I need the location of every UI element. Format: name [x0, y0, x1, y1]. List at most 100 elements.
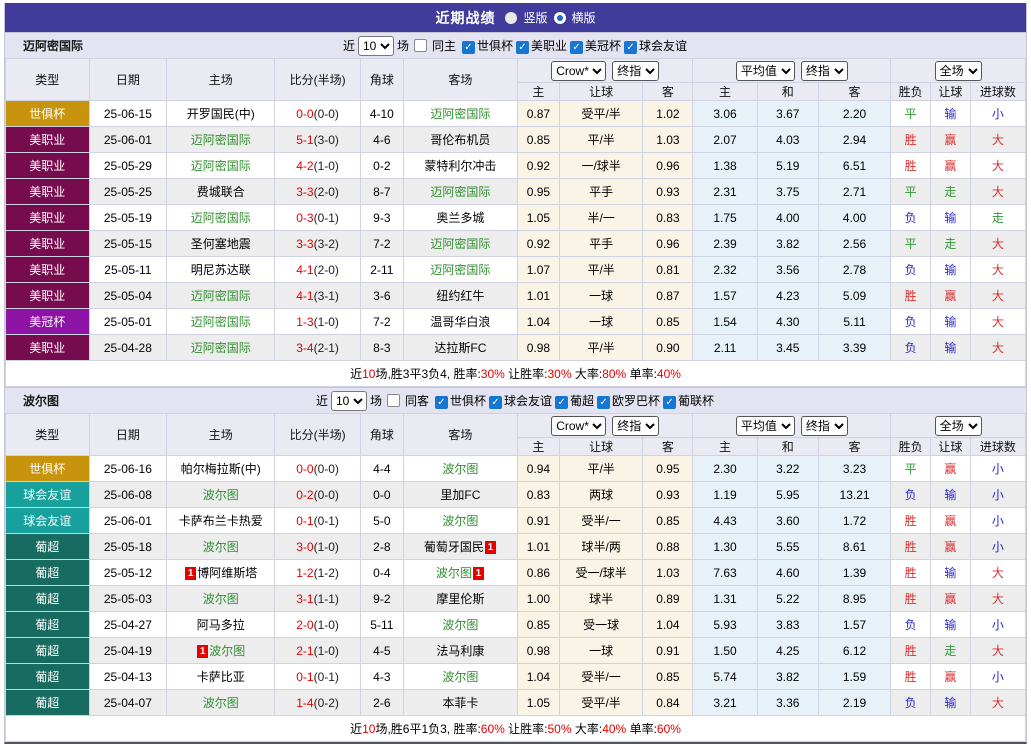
- league-badge: 葡超: [6, 612, 90, 638]
- league-badge: 美职业: [6, 205, 90, 231]
- team-name: 葡萄牙国民: [424, 540, 484, 554]
- corners-cell: 9-2: [360, 586, 403, 612]
- league-badge: 美职业: [6, 127, 90, 153]
- home-team-cell: 1波尔图: [167, 638, 275, 664]
- avg-draw: 3.22: [757, 456, 818, 482]
- team-name: 纽约红牛: [436, 289, 484, 303]
- games-count-select[interactable]: 10: [331, 391, 367, 411]
- avg-draw: 3.60: [757, 508, 818, 534]
- match-date: 25-06-16: [89, 456, 167, 482]
- fulltime-select[interactable]: 全场: [935, 61, 982, 81]
- odds-home: 1.04: [518, 664, 560, 690]
- team-name: 里加FC: [440, 488, 480, 502]
- table-row: 葡超25-04-07波尔图1-4(0-2)2-6本菲卡1.05受平/半0.843…: [6, 690, 1026, 716]
- avg-away-header: 客: [818, 83, 890, 101]
- league-filter-checkbox[interactable]: ✓: [663, 396, 676, 409]
- avg-away: 1.57: [818, 612, 890, 638]
- odds-home: 0.83: [518, 482, 560, 508]
- games-label: 场: [370, 392, 382, 409]
- odds-away-header: 客: [643, 83, 693, 101]
- team-name: 博阿维斯塔: [197, 566, 257, 580]
- fulltime-group-header: 全场: [891, 414, 1026, 438]
- section-summary: 近10场,胜6平1负3, 胜率:60% 让胜率:50% 大率:40% 单率:60…: [6, 716, 1026, 742]
- final-score: 4-1: [296, 263, 313, 277]
- average-final-select[interactable]: 终指: [801, 61, 848, 81]
- result-goals: 大: [970, 690, 1025, 716]
- result-goals: 大: [970, 179, 1025, 205]
- team-name: 蒙特利尔冲击: [424, 159, 496, 173]
- odds-final-select[interactable]: 终指: [612, 416, 659, 436]
- odds-handicap: 半/一: [559, 205, 643, 231]
- result-handicap: 走: [931, 638, 971, 664]
- section-team-name: 波尔图: [23, 392, 59, 409]
- horizontal-layout-radio[interactable]: [554, 12, 566, 24]
- odds-final-select[interactable]: 终指: [612, 61, 659, 81]
- league-filter-checkbox[interactable]: ✓: [597, 396, 610, 409]
- home-team-cell: 波尔图: [167, 534, 275, 560]
- league-filter-checkbox[interactable]: ✓: [435, 396, 448, 409]
- result-winloss: 平: [891, 231, 931, 257]
- home-team-cell: 迈阿密国际: [167, 127, 275, 153]
- avg-draw: 3.82: [757, 664, 818, 690]
- final-score: 1-2: [296, 566, 313, 580]
- summary-text-segment: 近: [350, 367, 362, 381]
- league-filter-checkbox[interactable]: ✓: [516, 41, 529, 54]
- average-select[interactable]: 平均值: [736, 416, 795, 436]
- summary-text-segment: 40%: [657, 367, 681, 381]
- home-team-cell: 迈阿密国际: [167, 309, 275, 335]
- score-cell: 3-0(1-0): [275, 534, 361, 560]
- final-score: 0-0: [296, 462, 313, 476]
- vertical-layout-radio[interactable]: [505, 12, 517, 24]
- final-score: 0-2: [296, 488, 313, 502]
- corners-cell: 4-4: [360, 456, 403, 482]
- match-date: 25-05-15: [89, 231, 167, 257]
- league-filter-label: 美冠杯: [585, 39, 621, 53]
- league-filter-checkbox[interactable]: ✓: [489, 396, 502, 409]
- result-goals: 走: [970, 205, 1025, 231]
- score-cell: 0-0(0-0): [275, 456, 361, 482]
- table-row: 美职业25-05-29迈阿密国际4-2(1-0)0-2蒙特利尔冲击0.92一/球…: [6, 153, 1026, 179]
- results-table-miami: 类型 日期 主场 比分(半场) 角球 客场 Crow*终指 平均值终指 全场 主…: [5, 58, 1026, 387]
- odds-away: 0.89: [643, 586, 693, 612]
- team-name: 迈阿密国际: [430, 263, 490, 277]
- league-filter-checkbox[interactable]: ✓: [570, 41, 583, 54]
- odds-home: 0.85: [518, 127, 560, 153]
- bookmaker-select[interactable]: Crow*: [551, 61, 606, 81]
- result-handicap-header: 让球: [931, 438, 971, 456]
- league-filter-group: ✓世俱杯✓美职业✓美冠杯✓球会友谊: [460, 37, 688, 55]
- average-final-select[interactable]: 终指: [801, 416, 848, 436]
- league-filter-checkbox[interactable]: ✓: [462, 41, 475, 54]
- result-winloss-header: 胜负: [891, 438, 931, 456]
- away-team-cell: 蒙特利尔冲击: [403, 153, 517, 179]
- corners-cell: 2-6: [360, 690, 403, 716]
- team-name: 迈阿密国际: [191, 341, 251, 355]
- away-team-cell: 奥兰多城: [403, 205, 517, 231]
- final-score: 3-0: [296, 540, 313, 554]
- team-name: 波尔图: [442, 618, 478, 632]
- summary-text-segment: 近: [350, 722, 362, 736]
- avg-home: 1.31: [693, 586, 757, 612]
- result-winloss: 胜: [891, 127, 931, 153]
- average-select[interactable]: 平均值: [736, 61, 795, 81]
- avg-draw: 4.30: [757, 309, 818, 335]
- avg-away-header: 客: [818, 438, 890, 456]
- avg-draw: 3.82: [757, 231, 818, 257]
- games-count-select[interactable]: 10: [358, 36, 394, 56]
- avg-home: 4.43: [693, 508, 757, 534]
- league-badge: 美职业: [6, 335, 90, 361]
- avg-home: 1.50: [693, 638, 757, 664]
- summary-text-segment: 让胜率:: [505, 722, 548, 736]
- same-venue-checkbox[interactable]: [414, 39, 427, 52]
- odds-away: 1.03: [643, 560, 693, 586]
- avg-draw: 4.23: [757, 283, 818, 309]
- league-filter-checkbox[interactable]: ✓: [624, 41, 637, 54]
- final-score: 2-0: [296, 618, 313, 632]
- fulltime-select[interactable]: 全场: [935, 416, 982, 436]
- result-winloss: 负: [891, 335, 931, 361]
- bookmaker-select[interactable]: Crow*: [551, 416, 606, 436]
- league-filter-checkbox[interactable]: ✓: [555, 396, 568, 409]
- same-venue-checkbox[interactable]: [387, 394, 400, 407]
- result-goals: 大: [970, 560, 1025, 586]
- away-team-cell: 温哥华白浪: [403, 309, 517, 335]
- score-cell: 4-1(3-1): [275, 283, 361, 309]
